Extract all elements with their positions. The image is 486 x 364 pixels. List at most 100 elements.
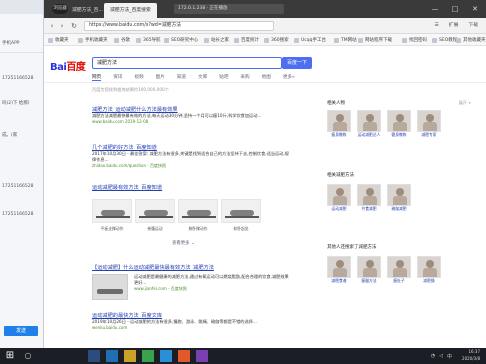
- menu-icon[interactable]: ☰: [434, 21, 438, 31]
- extensions-button[interactable]: 扩展: [449, 21, 459, 31]
- refresh-icon[interactable]: ↻: [70, 22, 78, 30]
- baidu-logo[interactable]: Bai百度: [50, 58, 86, 73]
- app-icon[interactable]: [196, 350, 208, 362]
- result-title-link[interactable]: 运动减肥最有效方法_百度知道: [92, 184, 292, 191]
- exercise-image[interactable]: [221, 199, 261, 223]
- address-bar[interactable]: https://www.baidu.com/s?wd=减肥方法: [84, 21, 274, 31]
- bookmark-item[interactable]: 站长之家: [204, 37, 229, 43]
- search-card[interactable]: 减肥食谱: [327, 256, 351, 283]
- result-url[interactable]: www.baidu.com 2019-12-08: [92, 119, 292, 124]
- tab-web[interactable]: 网页: [92, 74, 102, 81]
- exercise-caption[interactable]: 俯卧撑动作: [178, 226, 218, 232]
- browser-titlebar: 浏览器 减肥方法_百... 减肥方法_百度搜索 172.0.1.238 · 正在…: [44, 0, 486, 18]
- tab-zhidao[interactable]: 知道: [177, 74, 186, 81]
- expand-link[interactable]: 展开 ∨: [459, 100, 471, 106]
- bookmark-item[interactable]: TM网站: [334, 37, 357, 43]
- back-icon[interactable]: ‹: [48, 22, 56, 30]
- search-button[interactable]: 百度一下: [282, 57, 312, 69]
- bookmark-item[interactable]: 找回密码: [402, 37, 427, 43]
- result-url[interactable]: wenku.baidu.com: [92, 325, 292, 330]
- windows-icon[interactable]: ⊞: [4, 350, 16, 362]
- tab-inactive[interactable]: 减肥方法_百...: [72, 3, 103, 18]
- im-contact-row[interactable]: 手机APP: [2, 40, 20, 46]
- method-card[interactable]: 运动减肥: [327, 184, 351, 211]
- exercise-caption[interactable]: 仰卧起坐: [221, 226, 261, 232]
- person-card[interactable]: 瘦身教练: [327, 110, 351, 137]
- method-card[interactable]: 瑜伽减肥: [387, 184, 411, 211]
- ime-indicator[interactable]: 中: [447, 353, 452, 360]
- window-controls: — □ ✕: [430, 5, 480, 13]
- bookmark-item[interactable]: 360搜索: [264, 37, 289, 43]
- qq-icon[interactable]: [160, 350, 172, 362]
- bookmark-item[interactable]: SEO研究中心: [164, 37, 198, 43]
- result-thumbnail[interactable]: [92, 274, 128, 300]
- clock[interactable]: 16:37 2020/3/8: [462, 349, 480, 362]
- exercise-image[interactable]: [135, 199, 175, 223]
- minimize-icon[interactable]: —: [430, 5, 440, 13]
- tab-more[interactable]: 更多»: [283, 74, 295, 81]
- maximize-icon[interactable]: □: [450, 5, 460, 13]
- result-title-link[interactable]: 几个减肥的好方法_百度知道: [92, 144, 292, 151]
- bookmark-item[interactable]: Ucqq手工台: [294, 37, 326, 43]
- tab-wenku[interactable]: 文库: [198, 74, 207, 81]
- network-icon[interactable]: ◔: [431, 353, 435, 360]
- im-contact-row[interactable]: 17251166528: [2, 76, 34, 81]
- folder-icon[interactable]: [124, 350, 136, 362]
- ie-icon[interactable]: [106, 350, 118, 362]
- method-card[interactable]: 节食减肥: [357, 184, 381, 211]
- more-results-link[interactable]: 查看更多 ⌄: [172, 240, 195, 246]
- result-title-link[interactable]: 减肥方法_运动减肥什么方法最有效果: [92, 106, 292, 113]
- exercise-caption[interactable]: 平板支撑动作: [92, 226, 132, 232]
- bookmark-item[interactable]: 收藏夹: [48, 37, 69, 43]
- bookmark-icon: [294, 37, 299, 43]
- app-icon[interactable]: [178, 350, 190, 362]
- tab-map[interactable]: 地图: [262, 74, 271, 81]
- result-title-link[interactable]: 【运动减肥】什么运动减肥最快最有效方法_减肥方法: [92, 264, 292, 271]
- person-card[interactable]: 健身教练: [387, 110, 411, 137]
- person-card[interactable]: 运动减肥达人: [357, 110, 381, 137]
- browser-logo[interactable]: 浏览器: [52, 4, 68, 14]
- exercise-image[interactable]: [92, 199, 132, 223]
- app-icon[interactable]: [88, 350, 100, 362]
- downloads-button[interactable]: 下载: [468, 21, 478, 31]
- browser-app-icon[interactable]: [142, 350, 154, 362]
- result-url[interactable]: www.jianfei.com - 百度快照: [134, 286, 292, 292]
- result-title-link[interactable]: 运动减肥的最快方法_百度文库: [92, 312, 292, 319]
- bookmark-item[interactable]: 手机收藏夹: [78, 37, 108, 43]
- tab-video[interactable]: 视频: [134, 74, 143, 81]
- result-url[interactable]: zhidao.baidu.com/question - 百度快照: [92, 163, 292, 169]
- divider: [0, 52, 43, 53]
- im-contact-row[interactable]: 17251166528: [2, 184, 34, 189]
- volume-icon[interactable]: ◁: [439, 353, 443, 360]
- tab-tieba[interactable]: 贴吧: [219, 74, 228, 81]
- im-sidebar-window: 手机APP 17251166528 吗(2)下 给那( 成。(家 1725116…: [0, 0, 44, 348]
- search-card[interactable]: 减肥操: [417, 256, 441, 283]
- im-header: [0, 0, 43, 14]
- exercise-caption[interactable]: 卷腹运动: [135, 226, 175, 232]
- person-card[interactable]: 减肥专家: [417, 110, 441, 137]
- im-contact-row[interactable]: 17251166528: [2, 212, 34, 217]
- tab-active[interactable]: 减肥方法_百度搜索: [104, 3, 157, 18]
- send-button[interactable]: 发送: [4, 326, 38, 336]
- exercise-image[interactable]: [178, 199, 218, 223]
- result-description: 2017年10月30日 - 最佳答案: 减肥方法有很多,关键是找到适合自己的方法…: [92, 151, 289, 162]
- bookmark-item[interactable]: 其他收藏夹: [456, 37, 486, 43]
- divider: [44, 82, 486, 83]
- search-card[interactable]: 瘦腿方法: [357, 256, 381, 283]
- im-contact-row[interactable]: 吗(2)下 给那(: [2, 100, 30, 106]
- search-input[interactable]: 减肥方法: [92, 57, 282, 69]
- bookmark-item[interactable]: 百度统计: [234, 37, 259, 43]
- bookmark-item[interactable]: 谷歌: [114, 37, 130, 43]
- close-icon[interactable]: ✕: [470, 5, 480, 13]
- bookmark-item[interactable]: 网站程序下载: [358, 37, 392, 43]
- tab-purchase[interactable]: 采购: [240, 74, 249, 81]
- forward-icon[interactable]: ›: [58, 22, 66, 30]
- search-card[interactable]: 瘦肚子: [387, 256, 411, 283]
- search-icon[interactable]: ○: [22, 350, 34, 362]
- im-contact-row[interactable]: 成。(家: [2, 132, 17, 138]
- bookmark-item[interactable]: 365导航: [136, 37, 161, 43]
- exercise-captions: 平板支撑动作 卷腹运动 俯卧撑动作 仰卧起坐: [92, 226, 261, 232]
- bookmark-item[interactable]: SEO教程: [432, 37, 457, 43]
- tab-images[interactable]: 图片: [156, 74, 165, 81]
- tab-news[interactable]: 资讯: [113, 74, 122, 81]
